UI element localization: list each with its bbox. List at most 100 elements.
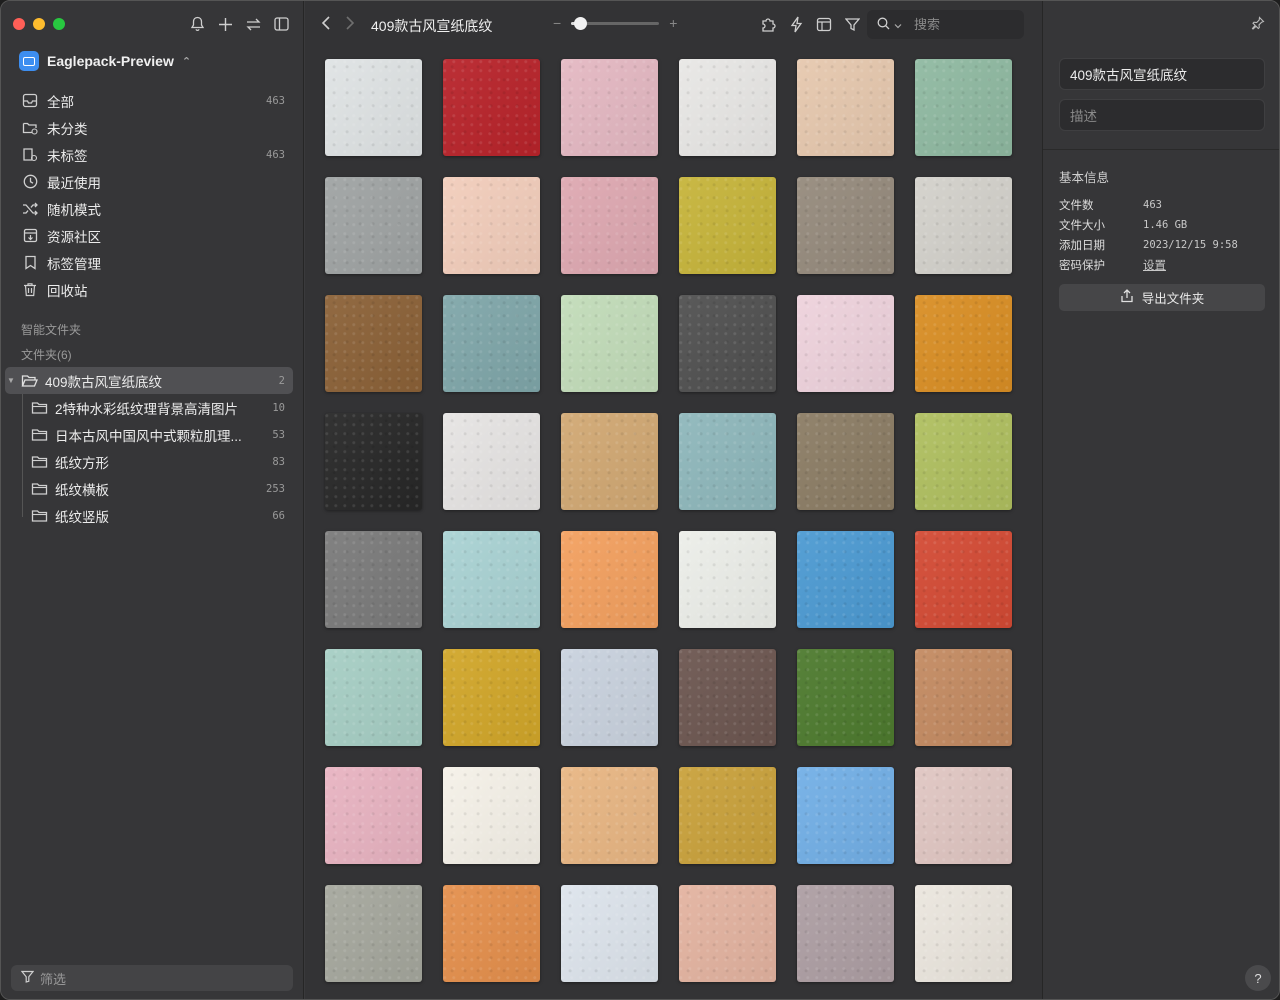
chevron-down-icon[interactable] bbox=[894, 17, 902, 32]
thumbnail-tile[interactable] bbox=[443, 649, 540, 746]
thumbnail-tile[interactable] bbox=[561, 649, 658, 746]
bell-icon[interactable] bbox=[189, 14, 205, 34]
folder-item[interactable]: 纸纹方形 83 bbox=[5, 448, 293, 475]
close-window-button[interactable] bbox=[13, 18, 25, 30]
thumbnail-tile[interactable] bbox=[915, 295, 1012, 392]
thumbnail-tile[interactable] bbox=[325, 767, 422, 864]
sidebar-item-recent[interactable]: 最近使用 bbox=[11, 168, 293, 195]
maximize-window-button[interactable] bbox=[53, 18, 65, 30]
thumbnail-tile[interactable] bbox=[679, 295, 776, 392]
sidebar-item-all[interactable]: 全部 463 bbox=[11, 87, 293, 114]
folder-item[interactable]: 日本古风中国风中式颗粒肌理... 53 bbox=[5, 421, 293, 448]
folder-label: 纸纹横板 bbox=[55, 482, 109, 498]
thumbnail-tile[interactable] bbox=[915, 413, 1012, 510]
history-nav bbox=[321, 15, 355, 36]
thumbnail-tile[interactable] bbox=[325, 531, 422, 628]
thumbnail-tile[interactable] bbox=[679, 885, 776, 982]
thumbnail-tile[interactable] bbox=[679, 767, 776, 864]
swap-icon[interactable] bbox=[245, 14, 261, 34]
thumbnail-tile[interactable] bbox=[561, 767, 658, 864]
thumbnail-tile[interactable] bbox=[915, 649, 1012, 746]
thumbnail-tile[interactable] bbox=[915, 177, 1012, 274]
thumbnail-tile[interactable] bbox=[797, 177, 894, 274]
password-setup-link[interactable]: 设置 bbox=[1143, 257, 1166, 273]
thumbnail-tile[interactable] bbox=[797, 531, 894, 628]
thumbnail-tile[interactable] bbox=[797, 59, 894, 156]
thumbnail-tile[interactable] bbox=[797, 885, 894, 982]
thumbnail-tile[interactable] bbox=[443, 531, 540, 628]
sidebar-item-community[interactable]: 资源社区 bbox=[11, 222, 293, 249]
sidebar-item-random[interactable]: 随机模式 bbox=[11, 195, 293, 222]
thumbnail-tile[interactable] bbox=[561, 295, 658, 392]
folder-count: 253 bbox=[266, 482, 285, 495]
lightning-action-icon[interactable] bbox=[787, 15, 805, 33]
help-button[interactable]: ? bbox=[1245, 965, 1271, 991]
thumbnail-tile[interactable] bbox=[679, 177, 776, 274]
zoom-slider[interactable] bbox=[571, 16, 660, 30]
thumbnail-tile[interactable] bbox=[679, 59, 776, 156]
thumbnail-tile[interactable] bbox=[797, 413, 894, 510]
disclosure-triangle-icon[interactable]: ▼ bbox=[5, 376, 17, 385]
thumbnail-tile[interactable] bbox=[561, 885, 658, 982]
thumbnail-tile[interactable] bbox=[797, 649, 894, 746]
filter-input[interactable]: 筛选 bbox=[11, 965, 293, 991]
thumbnail-tile[interactable] bbox=[561, 59, 658, 156]
sidebar-toggle-icon[interactable] bbox=[273, 14, 289, 34]
add-icon[interactable] bbox=[217, 14, 233, 34]
thumbnail-tile[interactable] bbox=[443, 59, 540, 156]
zoom-slider-handle[interactable] bbox=[573, 16, 587, 30]
description-field[interactable]: 描述 bbox=[1059, 99, 1265, 131]
thumbnail-tile[interactable] bbox=[679, 531, 776, 628]
sidebar-item-label: 随机模式 bbox=[47, 202, 101, 218]
folder-icon bbox=[31, 427, 49, 443]
filter-funnel-icon[interactable] bbox=[843, 15, 861, 33]
pin-icon[interactable] bbox=[1251, 16, 1265, 33]
thumbnail-tile[interactable] bbox=[679, 649, 776, 746]
thumbnail-tile[interactable] bbox=[915, 885, 1012, 982]
folder-item[interactable]: 纸纹竖版 66 bbox=[5, 502, 293, 529]
thumbnail-tile[interactable] bbox=[679, 413, 776, 510]
thumbnail-tile[interactable] bbox=[915, 531, 1012, 628]
search-box[interactable] bbox=[867, 10, 1024, 39]
thumbnail-tile[interactable] bbox=[325, 295, 422, 392]
thumbnail-tile[interactable] bbox=[797, 767, 894, 864]
thumbnail-tile[interactable] bbox=[443, 295, 540, 392]
search-input[interactable] bbox=[914, 17, 1014, 32]
thumbnail-tile[interactable] bbox=[325, 59, 422, 156]
sidebar-item-trash[interactable]: 回收站 bbox=[11, 276, 293, 303]
thumbnail-tile[interactable] bbox=[325, 649, 422, 746]
thumbnail-tile[interactable] bbox=[443, 767, 540, 864]
zoom-out-button[interactable]: − bbox=[553, 15, 561, 31]
thumbnail-tile[interactable] bbox=[325, 177, 422, 274]
library-switcher[interactable]: Eaglepack-Preview ⌃ bbox=[19, 51, 191, 71]
thumbnail-tile[interactable] bbox=[561, 177, 658, 274]
minimize-window-button[interactable] bbox=[33, 18, 45, 30]
thumbnail-tile[interactable] bbox=[443, 177, 540, 274]
thumbnail-tile[interactable] bbox=[443, 413, 540, 510]
folder-item[interactable]: 纸纹横板 253 bbox=[5, 475, 293, 502]
folder-item[interactable]: ▼ 409款古风宣纸底纹 2 bbox=[5, 367, 293, 394]
thumbnail-tile[interactable] bbox=[325, 413, 422, 510]
thumbnail-tile[interactable] bbox=[915, 767, 1012, 864]
thumbnail-tile[interactable] bbox=[561, 531, 658, 628]
forward-arrow-icon[interactable] bbox=[345, 15, 355, 36]
thumbnail-tile[interactable] bbox=[443, 885, 540, 982]
thumbnail-tile[interactable] bbox=[325, 885, 422, 982]
folder-item[interactable]: 2特种水彩纸纹理背景高清图片 10 bbox=[5, 394, 293, 421]
sidebar-item-untagged[interactable]: 未标签 463 bbox=[11, 141, 293, 168]
folder-name-field[interactable]: 409款古风宣纸底纹 bbox=[1059, 58, 1265, 90]
thumbnail-tile[interactable] bbox=[915, 59, 1012, 156]
puzzle-plugin-icon[interactable] bbox=[759, 15, 777, 33]
folders-header[interactable]: 文件夹(6) bbox=[21, 346, 72, 363]
sidebar-item-tags[interactable]: 标签管理 bbox=[11, 249, 293, 276]
export-folder-button[interactable]: 导出文件夹 bbox=[1059, 284, 1265, 311]
thumbnail-tile[interactable] bbox=[797, 295, 894, 392]
smart-folders-header[interactable]: 智能文件夹 bbox=[21, 321, 81, 338]
layout-panel-icon[interactable] bbox=[815, 15, 833, 33]
sidebar-item-count: 463 bbox=[266, 94, 285, 107]
zoom-in-button[interactable]: + bbox=[669, 15, 677, 31]
thumbnail-tile[interactable] bbox=[561, 413, 658, 510]
info-key: 密码保护 bbox=[1059, 260, 1105, 272]
back-arrow-icon[interactable] bbox=[321, 15, 331, 36]
sidebar-item-uncategorized[interactable]: 未分类 bbox=[11, 114, 293, 141]
